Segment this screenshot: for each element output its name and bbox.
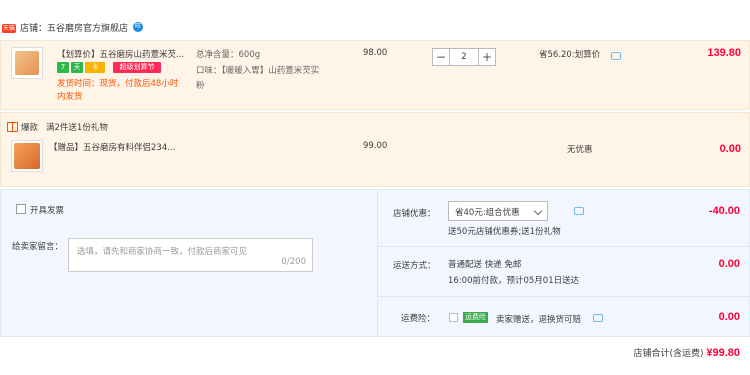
quantity-stepper: − 2 +	[432, 48, 496, 66]
gift-icon	[7, 122, 18, 132]
discount-info-icon[interactable]	[611, 52, 621, 60]
shipping-label: 运送方式：	[393, 261, 436, 271]
seller-message-input[interactable]: 选填，请先和商家协商一致，付款后商家可见 0/200	[68, 238, 313, 272]
qty-plus-button[interactable]: +	[478, 48, 496, 66]
gift-thumbnail[interactable]	[11, 140, 43, 172]
gift-promo-line: 爆款 满2件送1份礼物	[7, 121, 108, 133]
guarantee-badge: 天	[71, 62, 83, 73]
gift-promo-desc: 满2件送1份礼物	[46, 123, 108, 133]
coupon-selected: 省40元:组合优惠	[455, 208, 520, 218]
insurance-info-icon[interactable]	[593, 314, 603, 322]
sku-weight: 总净含量：600g	[196, 50, 261, 60]
gift-subtotal: 0.00	[719, 143, 741, 155]
gift-discount-text: 无优惠	[567, 145, 593, 155]
insurance-text: 卖家赠送，退换货可赔	[496, 315, 582, 325]
coupon-select[interactable]: 省40元:组合优惠	[448, 201, 548, 221]
gift-unit-price: 99.00	[363, 141, 388, 151]
message-counter: 0/200	[281, 257, 307, 267]
promo-festival-badge: 超级划算节	[113, 62, 161, 73]
item-subtotal: 139.80	[707, 47, 741, 59]
row-divider	[378, 296, 750, 297]
coupon-amount: -40.00	[708, 205, 740, 217]
coupon-info-icon[interactable]	[574, 207, 584, 215]
sku-flavor-cont: 粉	[196, 81, 205, 91]
insurance-badge: 运费险	[463, 312, 488, 323]
shipping-eta: 16:00前付款，预计05月01日送达	[448, 276, 580, 286]
gift-promo-label: 爆款	[21, 123, 39, 133]
gift-item-row: 爆款 满2件送1份礼物 【赠品】五谷磨房有料伴侣234... 99.00 无优惠…	[0, 112, 750, 187]
shipping-amount: 0.00	[718, 258, 740, 270]
cart-item-row: 【划算价】五谷磨房山药薏米芡... 7 天 卡 超级划算节 发货时间：现货，付款…	[0, 40, 750, 110]
product-title-link[interactable]: 【划算价】五谷磨房山药薏米芡...	[57, 48, 184, 60]
ship-time-text-cont: 内发货	[57, 92, 83, 102]
store-name-link[interactable]: 店铺：五谷磨房官方旗舰店	[20, 21, 128, 34]
row-divider	[378, 246, 750, 247]
coupon-note: 送50元店铺优惠券;送1份礼物	[448, 227, 561, 237]
ship-time-text: 发货时间：现货，付款后48小时	[57, 79, 179, 89]
chat-seller-icon[interactable]: 旺	[133, 22, 143, 32]
insurance-checkbox[interactable]	[449, 313, 458, 322]
message-placeholder: 选填，请先和商家协商一致，付款后商家可见	[77, 247, 248, 257]
product-image	[15, 51, 39, 75]
store-total-amount: ¥99.80	[706, 347, 740, 359]
seven-day-return-badge: 7	[57, 62, 69, 73]
gift-title-link[interactable]: 【赠品】五谷磨房有料伴侣234...	[49, 141, 175, 153]
store-total-label: 店铺合计(含运费)	[633, 349, 704, 359]
qty-input[interactable]: 2	[450, 48, 478, 66]
product-thumbnail[interactable]	[11, 47, 43, 79]
qty-minus-button[interactable]: −	[432, 48, 450, 66]
panel-divider	[377, 189, 378, 337]
tmall-tag: 天猫	[2, 24, 16, 33]
unit-price: 98.00	[363, 48, 388, 58]
gift-image	[14, 143, 40, 169]
insurance-label: 运费险：	[401, 314, 436, 324]
message-label: 给卖家留言：	[12, 242, 64, 252]
invoice-label[interactable]: 开具发票	[30, 204, 64, 216]
insurance-amount: 0.00	[718, 311, 740, 323]
chevron-down-icon	[533, 206, 543, 216]
invoice-checkbox[interactable]	[16, 204, 26, 214]
coupon-label: 店铺优惠：	[393, 209, 436, 219]
discount-text: 省56.20:划算价	[539, 50, 601, 60]
card-badge: 卡	[85, 62, 105, 73]
shipping-method: 普通配送 快递 免邮	[448, 260, 522, 270]
store-total: 店铺合计(含运费) ¥99.80	[633, 346, 740, 359]
sku-flavor: 口味：【暖暖入胃】山药薏米芡实	[196, 66, 320, 76]
